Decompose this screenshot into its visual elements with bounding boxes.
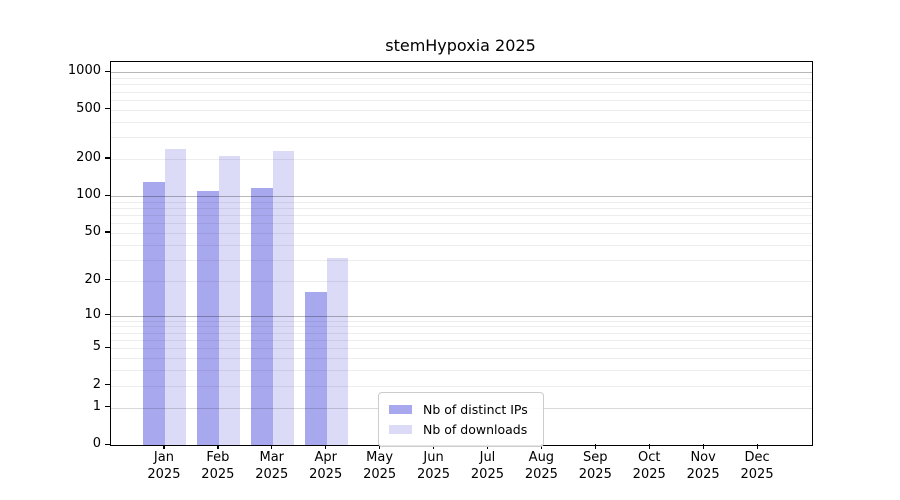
gridline-50 xyxy=(111,232,812,234)
y-tick-mark-1000 xyxy=(105,70,110,73)
bar-downloads-0 xyxy=(164,149,187,445)
x-tick-label-4: May 2025 xyxy=(363,450,397,482)
y-tick-mark-200 xyxy=(105,157,110,159)
legend-label-downloads: Nb of downloads xyxy=(423,421,528,437)
gridline-minor-400 xyxy=(111,121,812,123)
legend-label-distinct-ips: Nb of distinct IPs xyxy=(423,401,528,417)
y-tick-mark-100 xyxy=(105,194,110,196)
plot-area: Nb of distinct IPs Nb of downloads xyxy=(110,61,813,447)
y-tick-mark-20 xyxy=(105,279,110,281)
y-tick-mark-5 xyxy=(105,346,110,349)
x-tick-label-6: Jul 2025 xyxy=(470,450,504,482)
gridline-100 xyxy=(111,196,812,198)
gridline-minor-9 xyxy=(111,320,812,322)
chart-figure: stemHypoxia 2025 Nb of distinct IPs Nb o… xyxy=(0,0,900,500)
y-tick-mark-10 xyxy=(105,314,110,316)
y-tick-mark-500 xyxy=(105,108,110,110)
legend-item-downloads: Nb of downloads xyxy=(379,419,543,439)
gridline-minor-6 xyxy=(111,340,812,342)
y-tick-label-1000: 1000 xyxy=(67,63,101,79)
gridline-minor-80 xyxy=(111,207,812,209)
gridline-minor-300 xyxy=(111,137,812,139)
y-tick-label-50: 50 xyxy=(84,223,101,239)
x-tick-label-3: Apr 2025 xyxy=(309,450,343,482)
y-tick-mark-50 xyxy=(105,231,110,233)
x-tick-label-5: Jun 2025 xyxy=(416,450,451,482)
chart-title: stemHypoxia 2025 xyxy=(385,36,536,55)
gridline-minor-4 xyxy=(111,358,812,360)
gridline-minor-8 xyxy=(111,326,812,328)
legend-item-distinct-ips: Nb of distinct IPs xyxy=(379,399,543,419)
x-tick-label-11: Dec 2025 xyxy=(740,450,774,482)
y-tick-label-2: 2 xyxy=(92,376,101,392)
gridline-minor-7 xyxy=(111,332,812,334)
x-tick-label-9: Oct 2025 xyxy=(632,450,666,482)
y-tick-label-1: 1 xyxy=(92,398,101,414)
x-tick-label-0: Jan 2025 xyxy=(147,450,181,482)
y-tick-mark-2 xyxy=(105,384,110,386)
gridline-minor-700 xyxy=(111,91,812,93)
y-tick-label-5: 5 xyxy=(92,339,101,355)
bar-downloads-1 xyxy=(218,155,241,445)
gridline-minor-40 xyxy=(111,244,812,246)
x-tick-mark-8 xyxy=(594,444,596,449)
gridline-minor-900 xyxy=(111,78,812,80)
y-tick-label-10: 10 xyxy=(84,306,101,322)
gridline-20 xyxy=(111,280,812,282)
x-tick-label-1: Feb 2025 xyxy=(201,450,235,482)
gridline-2 xyxy=(111,385,812,387)
x-tick-label-2: Mar 2025 xyxy=(255,450,289,482)
gridline-minor-90 xyxy=(111,201,812,203)
x-tick-mark-9 xyxy=(648,444,650,449)
gridline-1000 xyxy=(111,72,812,74)
gridline-5 xyxy=(111,348,812,350)
legend-swatch-distinct-ips xyxy=(389,404,412,414)
y-tick-mark-1 xyxy=(105,406,110,408)
y-tick-label-200: 200 xyxy=(76,149,101,165)
x-tick-label-8: Sep 2025 xyxy=(578,450,612,482)
gridline-200 xyxy=(111,158,812,160)
x-tick-label-7: Aug 2025 xyxy=(524,450,558,482)
y-tick-label-0: 0 xyxy=(92,436,101,451)
y-tick-label-100: 100 xyxy=(76,187,101,203)
gridline-500 xyxy=(111,109,812,111)
bar-downloads-3 xyxy=(326,258,349,445)
bar-distinct-ips-0 xyxy=(143,182,165,445)
x-tick-mark-11 xyxy=(756,444,758,449)
gridline-minor-60 xyxy=(111,223,812,225)
x-tick-mark-10 xyxy=(702,444,704,449)
legend-swatch-downloads xyxy=(389,424,412,434)
gridline-10 xyxy=(111,315,812,317)
y-tick-mark-0 xyxy=(105,443,110,445)
legend: Nb of distinct IPs Nb of downloads xyxy=(378,392,544,447)
gridline-minor-600 xyxy=(111,99,812,101)
y-tick-label-500: 500 xyxy=(76,100,101,116)
gridline-minor-30 xyxy=(111,259,812,261)
gridline-minor-3 xyxy=(111,370,812,372)
gridline-minor-70 xyxy=(111,215,812,217)
x-tick-label-10: Nov 2025 xyxy=(686,450,720,482)
gridline-minor-800 xyxy=(111,84,812,86)
y-tick-label-20: 20 xyxy=(84,271,101,287)
